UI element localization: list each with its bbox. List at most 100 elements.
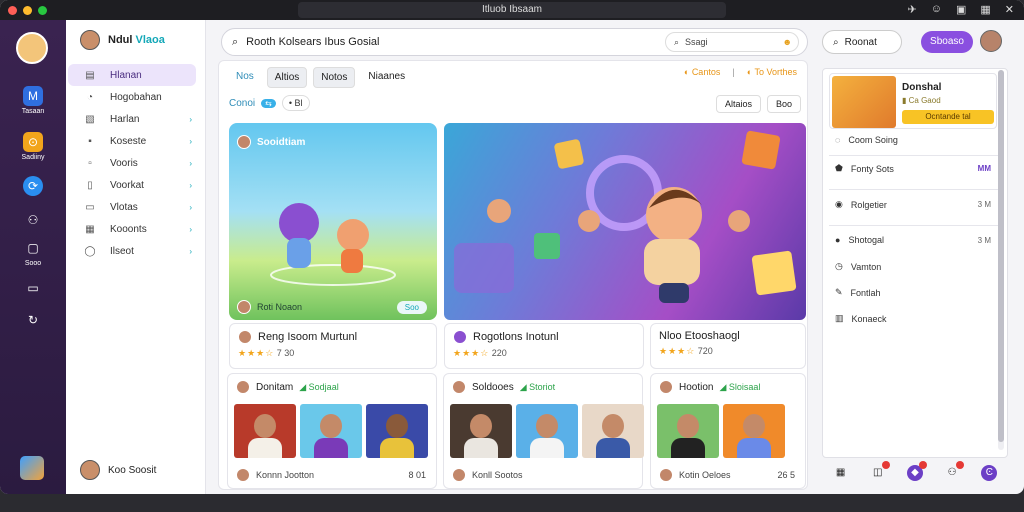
right-list-item-0[interactable]: ◌ Coom Soing: [823, 135, 999, 145]
rail-item-5[interactable]: ▭: [0, 278, 66, 300]
video-thumbnail[interactable]: [366, 404, 428, 458]
maximize-window-button[interactable]: [38, 5, 47, 15]
logo-icon[interactable]: Ͼ: [981, 465, 998, 481]
content-card[interactable]: Nloo Etooshaogl ★★★☆ 720: [650, 323, 806, 369]
right-list-item-1[interactable]: ⬟ Fonty Sots MM: [823, 163, 999, 174]
right-list-item-5[interactable]: ✎ Fontlah: [823, 287, 999, 298]
featured-card-1[interactable]: Sooidtiam Roti Noaon Soo: [229, 123, 437, 320]
right-list-item-6[interactable]: ▥ Konaeck: [823, 313, 999, 324]
profile-avatar[interactable]: [980, 30, 1002, 52]
close-window-button[interactable]: [8, 5, 17, 15]
rail-item-4[interactable]: ▢ Sooo: [0, 238, 66, 267]
sidebar-item-1[interactable]: ◔ Hogobahan: [68, 86, 196, 108]
rail-item-2[interactable]: ⟳: [0, 176, 66, 198]
app-rail: M Tasaan ⊙ Sadiiny ⟳ ⚇ ▢ Sooo ▭ ↻: [0, 20, 66, 494]
sidebar-item-6[interactable]: ▭ Vlotas ›: [68, 196, 196, 218]
rail-item-1[interactable]: ⊙ Sadiiny: [0, 132, 66, 161]
video-thumbnail[interactable]: [234, 404, 296, 458]
rail-item-6[interactable]: ↻: [0, 310, 66, 332]
filter-button-2[interactable]: Boo: [766, 95, 801, 113]
avatar[interactable]: [80, 30, 100, 50]
vorthes-link[interactable]: ◐ To Vorthes: [747, 67, 797, 77]
video-card-header: Hootion ◢ Sloisaal: [659, 380, 760, 394]
secondary-button[interactable]: ⌕ Roonat: [822, 30, 902, 54]
grid-icon[interactable]: ▦: [980, 3, 990, 16]
scrollbar-thumb[interactable]: [998, 70, 1004, 442]
avatar: [80, 460, 100, 480]
filter-label[interactable]: Conoi: [229, 98, 255, 109]
face-icon[interactable]: ☺: [931, 3, 942, 16]
right-list-label: Fontlah: [850, 287, 881, 298]
calendar-icon[interactable]: ▦: [833, 465, 849, 481]
sidebar-footer[interactable]: Koo Soosit: [80, 460, 156, 480]
content-card[interactable]: Rogotlons Inotunl ★★★☆ 220: [444, 323, 644, 369]
video-thumbnail[interactable]: [516, 404, 578, 458]
window-title: Itluob Ibsaam: [298, 2, 726, 18]
right-list-item-4[interactable]: ◷ Vamton: [823, 261, 999, 272]
sidebar-item-icon: ◔: [86, 91, 94, 103]
video-thumbnail[interactable]: [582, 404, 644, 458]
emoji-icon[interactable]: ☻: [783, 37, 792, 47]
notification-badge: [956, 461, 965, 469]
video-card-1[interactable]: Donitam ◢ Sodjaal Konnn Jootton 8 01: [227, 373, 437, 489]
shield-icon[interactable]: ◆: [906, 461, 927, 481]
content-card[interactable]: Reng Isoom Murtunl ★★★☆ 7 30: [229, 323, 437, 369]
search-icon: ⌕: [674, 36, 680, 47]
notes-icon[interactable]: ◫: [870, 461, 890, 481]
rail-item-3[interactable]: ⚇: [0, 210, 66, 232]
scrollbar[interactable]: [998, 70, 1004, 450]
filter-chip[interactable]: • Bl: [281, 95, 310, 111]
sidebar-item-5[interactable]: ▯ Voorkat ›: [68, 174, 196, 196]
rail-item-0[interactable]: M Tasaan: [0, 86, 66, 115]
pin-icon[interactable]: ✈: [908, 3, 917, 16]
cantos-link[interactable]: ◐ Cantos: [684, 67, 720, 77]
tab-0[interactable]: Nos: [229, 67, 261, 88]
search-icon: ⌕: [833, 36, 839, 48]
video-thumbnail[interactable]: [723, 404, 785, 458]
square-icon[interactable]: ▣: [956, 3, 966, 16]
tab-2[interactable]: Notos: [313, 67, 356, 88]
thumbnail-body: [248, 438, 282, 458]
people-icon[interactable]: ⚇: [944, 461, 965, 481]
tab-1[interactable]: Altios: [266, 67, 308, 88]
sidebar-item-0[interactable]: ▤ Hlanan: [68, 64, 196, 86]
divider: [829, 189, 999, 190]
search-bar[interactable]: ⌕ Rooth Kolsears Ibus Gosial ⌕ Ssagi ☻: [221, 28, 808, 56]
primary-button[interactable]: Sboaso: [921, 31, 973, 53]
chevron-right-icon: ›: [189, 224, 192, 234]
video-thumbnails: [657, 404, 785, 458]
minimize-window-button[interactable]: [23, 5, 32, 15]
user-avatar[interactable]: [16, 32, 48, 64]
filter-button-1[interactable]: Altaios: [715, 95, 761, 113]
promo-card[interactable]: Donshal ▮ Ca Gaod Ocntande tal: [829, 73, 997, 129]
filter-badge[interactable]: ⇆: [261, 98, 276, 108]
promo-button[interactable]: Ocntande tal: [902, 110, 994, 124]
video-card-3[interactable]: Hootion ◢ Sloisaal Kotin Oeloes 26 5: [650, 373, 806, 489]
sidebar-item-4[interactable]: ▫ Vooris ›: [68, 152, 196, 174]
search-icon: ⌕: [232, 35, 239, 48]
sidebar-item-icon: ▯: [87, 179, 93, 191]
thumbnail-face: [677, 414, 699, 438]
refresh-icon: ↻: [27, 313, 39, 327]
sidebar-item-2[interactable]: ▧ Harlan ›: [68, 108, 196, 130]
sidebar-footer-label: Koo Soosit: [108, 464, 157, 476]
right-list-item-2[interactable]: ◉ Rolgetier 3 M: [823, 199, 999, 210]
sidebar-item-label: Koseste: [110, 135, 147, 147]
chevron-right-icon: ›: [189, 136, 192, 146]
video-thumbnail[interactable]: [300, 404, 362, 458]
search-input[interactable]: Rooth Kolsears Ibus Gosial: [246, 36, 379, 48]
search-filter-field[interactable]: ⌕ Ssagi ☻: [665, 32, 799, 52]
video-thumbnail[interactable]: [657, 404, 719, 458]
right-list-item-3[interactable]: ● Shotogal 3 M: [823, 235, 999, 245]
hero-button[interactable]: Soo: [396, 301, 427, 314]
sidebar-item-7[interactable]: ▦ Kooonts ›: [68, 218, 196, 240]
app-logo-icon[interactable]: [20, 456, 44, 480]
close-icon[interactable]: ✕: [1005, 3, 1014, 16]
video-card-2[interactable]: Soldooes ◢ Storiot Konll Sootos: [443, 373, 644, 489]
featured-card-2[interactable]: [444, 123, 806, 320]
video-card-author: Konnn Jootton: [256, 470, 315, 480]
sidebar-item-8[interactable]: ◯ Ilseot ›: [68, 240, 196, 262]
video-thumbnail[interactable]: [450, 404, 512, 458]
sidebar-item-3[interactable]: ▪ Koseste ›: [68, 130, 196, 152]
tab-3[interactable]: Niaanes: [361, 67, 412, 88]
